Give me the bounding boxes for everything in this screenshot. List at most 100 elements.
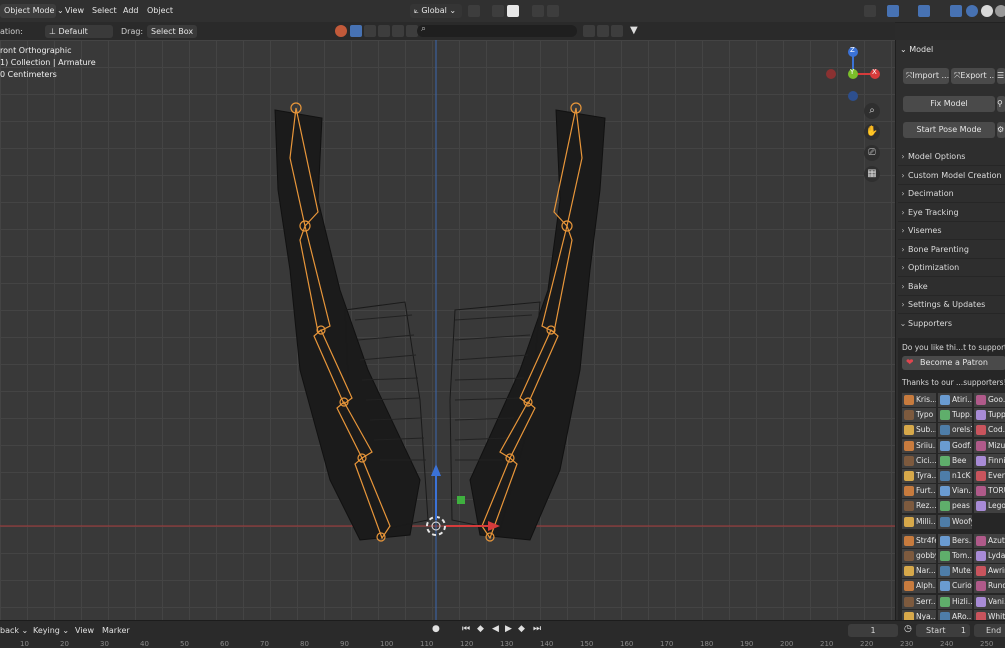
supporter-item[interactable]: Str4fe — [902, 533, 936, 548]
supporter-item[interactable]: Tom... — [938, 549, 972, 563]
supporter-item[interactable]: Nar... — [902, 564, 936, 579]
navigation-gizmo[interactable]: Z Y X — [825, 46, 881, 102]
supporter-item[interactable]: Vani... — [974, 594, 1005, 609]
falloff-icon[interactable] — [547, 5, 559, 17]
export-button[interactable]: ⤧Export ... — [951, 68, 995, 84]
supporter-item[interactable]: Furt... — [902, 484, 936, 499]
section-supporters[interactable]: ⌄ Supporters — [898, 315, 1005, 332]
render-mode-icon[interactable] — [392, 25, 404, 37]
supporter-item[interactable]: Finni... — [974, 453, 1005, 468]
orientation-setting-dropdown[interactable]: ⊥ Default — [45, 25, 113, 38]
layout-icon[interactable] — [611, 25, 623, 37]
menu-object[interactable]: Object — [147, 6, 173, 15]
supporter-item[interactable]: Lyda... — [974, 549, 1005, 563]
supporter-item[interactable]: peas — [938, 499, 972, 514]
color-picker-icon[interactable] — [335, 25, 347, 37]
proportional-edit-icon[interactable] — [532, 5, 544, 17]
section-custom-model-creation[interactable]: › Custom Model Creation — [898, 167, 1005, 185]
menu-select[interactable]: Select — [92, 6, 117, 15]
section-model-options[interactable]: › Model Options — [898, 148, 1005, 166]
y-plane-handle-icon[interactable] — [457, 496, 465, 504]
bookmark-icon[interactable] — [597, 25, 609, 37]
supporter-item[interactable]: Rez... — [902, 499, 936, 514]
section-bone-parenting[interactable]: › Bone Parenting — [898, 241, 1005, 259]
supporter-item[interactable]: Whit... — [974, 609, 1005, 620]
supporter-item[interactable]: Woofy — [938, 514, 972, 529]
fix-model-button[interactable]: Fix Model — [903, 96, 995, 112]
shading-mode-icon[interactable] — [364, 25, 376, 37]
supporter-item[interactable]: Tupp... — [938, 408, 972, 423]
supporter-item[interactable]: Tyra... — [902, 469, 936, 483]
supporter-item[interactable]: Bee — [938, 453, 972, 468]
supporter-item[interactable]: Mizu... — [974, 438, 1005, 453]
section-optimization[interactable]: › Optimization — [898, 259, 1005, 277]
wireframe-shading-icon[interactable] — [966, 5, 978, 17]
material-shading-icon[interactable] — [995, 5, 1005, 17]
gizmo-toggle-icon[interactable] — [887, 5, 899, 17]
supporter-item[interactable]: Tupp... — [974, 408, 1005, 423]
supporter-item[interactable]: Even... — [974, 469, 1005, 483]
section-bake[interactable]: › Bake — [898, 278, 1005, 296]
supporter-item[interactable]: n1cK — [938, 469, 972, 483]
menu-view[interactable]: View — [65, 6, 84, 15]
filter-toggle-icon[interactable] — [583, 25, 595, 37]
snap-icon[interactable] — [492, 5, 504, 17]
start-pose-mode-button[interactable]: Start Pose Mode — [903, 122, 995, 138]
section-settings-updates[interactable]: › Settings & Updates — [898, 296, 1005, 314]
overlays-icon[interactable] — [918, 5, 930, 17]
menu-add[interactable]: Add — [123, 6, 139, 15]
supporter-item[interactable]: Milli... — [902, 514, 936, 529]
supporter-item[interactable]: TORU... — [974, 484, 1005, 499]
supporter-item[interactable]: Lego... — [974, 499, 1005, 514]
supporter-item[interactable]: Mute... — [938, 564, 972, 579]
search-input[interactable]: ⌕ — [417, 24, 577, 37]
supporter-item[interactable]: ARo... — [938, 609, 972, 620]
filter-icon[interactable]: ▼ — [630, 25, 638, 36]
snap-increment-icon[interactable] — [507, 5, 519, 17]
camera-icon[interactable]: ⎚ — [864, 145, 880, 161]
become-patron-button[interactable]: ❤ Become a Patron — [902, 356, 1005, 370]
supporter-item[interactable]: Awrin... — [974, 564, 1005, 579]
xray-icon[interactable] — [950, 5, 962, 17]
supporter-item[interactable]: Alph... — [902, 579, 936, 594]
supporter-item[interactable]: Typo — [902, 408, 936, 423]
section-visemes[interactable]: › Visemes — [898, 222, 1005, 240]
pan-hand-icon[interactable]: ✋ — [864, 124, 880, 140]
supporter-item[interactable]: Bers... — [938, 533, 972, 548]
supporter-item[interactable]: Azut... — [974, 533, 1005, 548]
section-eye-tracking[interactable]: › Eye Tracking — [898, 204, 1005, 222]
panel-header-model[interactable]: ⌄ Model — [900, 45, 933, 54]
supporter-item[interactable]: Rund... — [974, 579, 1005, 594]
menu-icon[interactable]: ☰ — [997, 68, 1005, 84]
supporter-item[interactable]: Cici... — [902, 453, 936, 468]
section-decimation[interactable]: › Decimation — [898, 185, 1005, 203]
wrench-icon[interactable]: ⚲ — [997, 96, 1005, 112]
texture-mode-icon[interactable] — [378, 25, 390, 37]
3d-viewport[interactable]: ront Orthographic 1) Collection | Armatu… — [0, 40, 895, 620]
supporter-item[interactable]: Nya... — [902, 609, 936, 620]
supporter-item[interactable]: Goo... — [974, 393, 1005, 407]
supporter-item[interactable]: Sriiu... — [902, 438, 936, 453]
frame-ruler[interactable]: 10 20 30 40 50 60 70 80 90 100 110 120 130 140 150 160 1… — [0, 621, 1005, 648]
supporter-item[interactable]: Cod... — [974, 423, 1005, 438]
import-button[interactable]: ⤧Import ... — [903, 68, 949, 84]
grid-view-icon[interactable]: ▦ — [864, 166, 880, 182]
solid-shading-icon[interactable] — [981, 5, 993, 17]
supporter-item[interactable]: gobby — [902, 549, 936, 563]
supporter-item[interactable]: Serr... — [902, 594, 936, 609]
drag-dropdown[interactable]: Select Box — [147, 25, 197, 38]
pose-icon[interactable]: ⚙ — [997, 122, 1005, 138]
select-mode-icon[interactable] — [350, 25, 362, 37]
supporter-item[interactable]: Atiri... — [938, 393, 972, 407]
zoom-icon[interactable]: ⌕ — [864, 103, 880, 119]
supporter-item[interactable]: Godf... — [938, 438, 972, 453]
supporter-item[interactable]: Vian... — [938, 484, 972, 499]
pivot-point-icon[interactable] — [468, 5, 480, 17]
supporter-item[interactable]: orels1 — [938, 423, 972, 438]
transform-orientation-dropdown[interactable]: ⟀ Global ⌄ — [410, 4, 462, 18]
supporter-item[interactable]: Sub... — [902, 423, 936, 438]
visibility-icon[interactable] — [864, 5, 876, 17]
supporter-item[interactable]: Hizli... — [938, 594, 972, 609]
supporter-item[interactable]: Kris... — [902, 393, 936, 407]
supporter-item[interactable]: Curio — [938, 579, 972, 594]
